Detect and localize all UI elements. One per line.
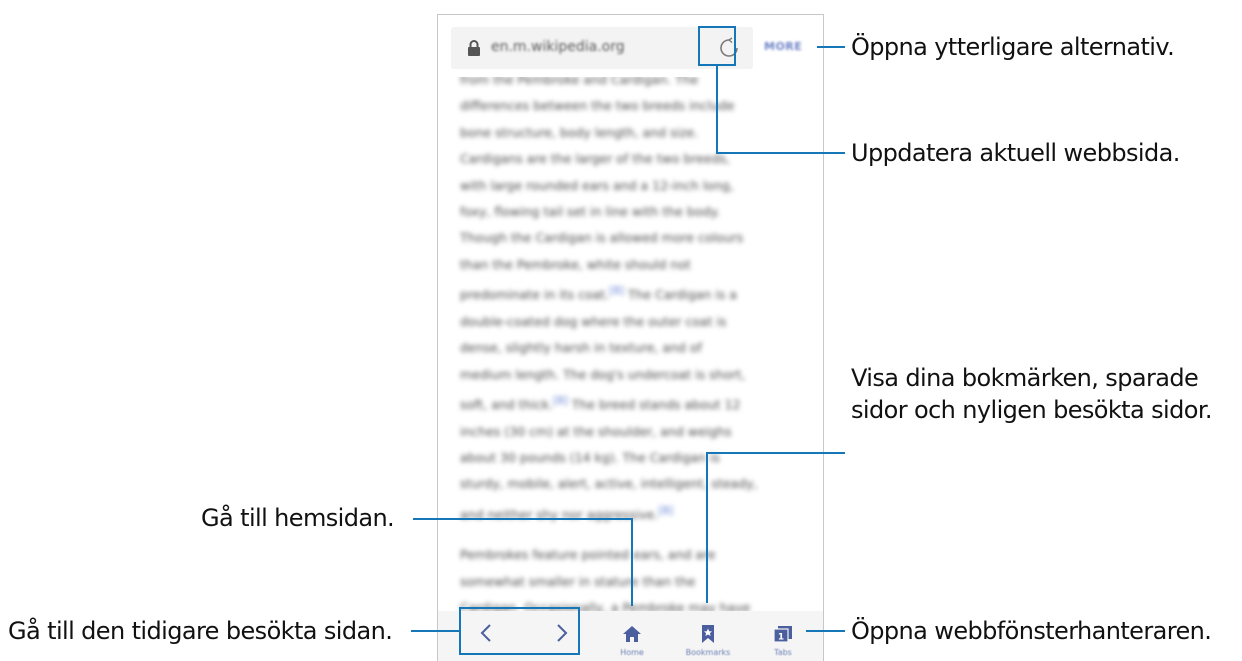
navigation-highlight: [459, 607, 580, 655]
callout-bookmarks-line1: Visa dina bokmärken, sparade: [851, 364, 1199, 392]
callout-line-more: [817, 46, 845, 48]
article-line: medium length. The dog's undercoat is sh…: [460, 366, 746, 382]
article-line: dense, slightly harsh in texture, and of: [460, 340, 702, 356]
article-line: predominate in its coat.: [460, 287, 610, 303]
article-line: double-coated dog where the outer coat i…: [460, 313, 727, 329]
article-line: about 30 pounds (14 kg). The Cardigan is: [460, 450, 720, 465]
article-line: soft, and thick.: [460, 397, 554, 413]
article-line: bone structure, body length, and size.: [460, 124, 699, 140]
article-line: Pembrokes feature pointed ears, and are: [460, 547, 716, 563]
callout-home: Gå till hemsidan.: [201, 504, 395, 532]
article-line: The Cardigan is a: [623, 287, 737, 303]
tabs-button[interactable]: 1 Tabs: [763, 611, 803, 661]
callout-line-back: [411, 630, 459, 632]
callout-line-home-vertical: [631, 518, 633, 606]
article-line: than the Pembroke, white should not: [460, 256, 691, 272]
callout-line-reload-horizontal: [716, 152, 845, 154]
tabs-icon: 1: [771, 623, 795, 645]
article-line: differences between the two breeds inclu…: [460, 98, 735, 114]
home-icon: [620, 623, 644, 645]
callout-tabs: Öppna webbfönsterhanteraren.: [851, 617, 1212, 645]
tabs-count: 1: [778, 633, 784, 643]
bookmark-icon: [696, 623, 720, 645]
address-bar: en.m.wikipedia.org MORE: [438, 15, 823, 77]
more-button[interactable]: MORE: [764, 40, 802, 53]
reload-highlight: [698, 26, 736, 66]
callout-back: Gå till den tidigare besökta sidan.: [8, 617, 393, 645]
callout-bookmarks-line2: sidor och nyligen besökta sidor.: [851, 396, 1213, 424]
callout-line-reload-vertical: [716, 66, 718, 153]
bookmarks-button[interactable]: Bookmarks: [673, 611, 743, 661]
article-line: somewhat smaller in stature than the: [460, 573, 696, 589]
lock-icon: [468, 40, 480, 56]
reference-link[interactable]: [8]: [609, 285, 624, 297]
article-line: inches (30 cm) at the shoulder, and weig…: [460, 423, 732, 439]
article-line: with large rounded ears and a 12-inch lo…: [460, 177, 734, 193]
home-label: Home: [620, 648, 644, 657]
callout-reload: Uppdatera aktuell webbsida.: [851, 139, 1180, 167]
callout-line-bookmarks-vertical: [706, 453, 708, 603]
callout-line-bookmarks-horizontal: [706, 452, 845, 454]
article-line: Cardigans are the larger of the two bree…: [460, 151, 731, 167]
article-line: Though the Cardigan is allowed more colo…: [460, 230, 744, 246]
article-line: sturdy, mobile, alert, active, intellige…: [460, 476, 758, 492]
article-paragraph-1: from the Pembroke and Cardigan. The diff…: [460, 67, 805, 528]
bookmarks-label: Bookmarks: [685, 648, 731, 657]
reference-link[interactable]: [8]: [553, 395, 568, 407]
tabs-label: Tabs: [774, 648, 792, 657]
home-button[interactable]: Home: [612, 611, 652, 661]
callout-line-tabs: [806, 630, 845, 632]
reference-link[interactable]: [8]: [658, 505, 673, 517]
article-line: The breed stands about 12: [567, 397, 741, 413]
callout-more: Öppna ytterligare alternativ.: [851, 33, 1175, 61]
callout-line-home-horizontal: [413, 518, 633, 520]
url-text: en.m.wikipedia.org: [491, 39, 625, 55]
article-line: foxy, flowing tail set in line with the …: [460, 204, 720, 220]
